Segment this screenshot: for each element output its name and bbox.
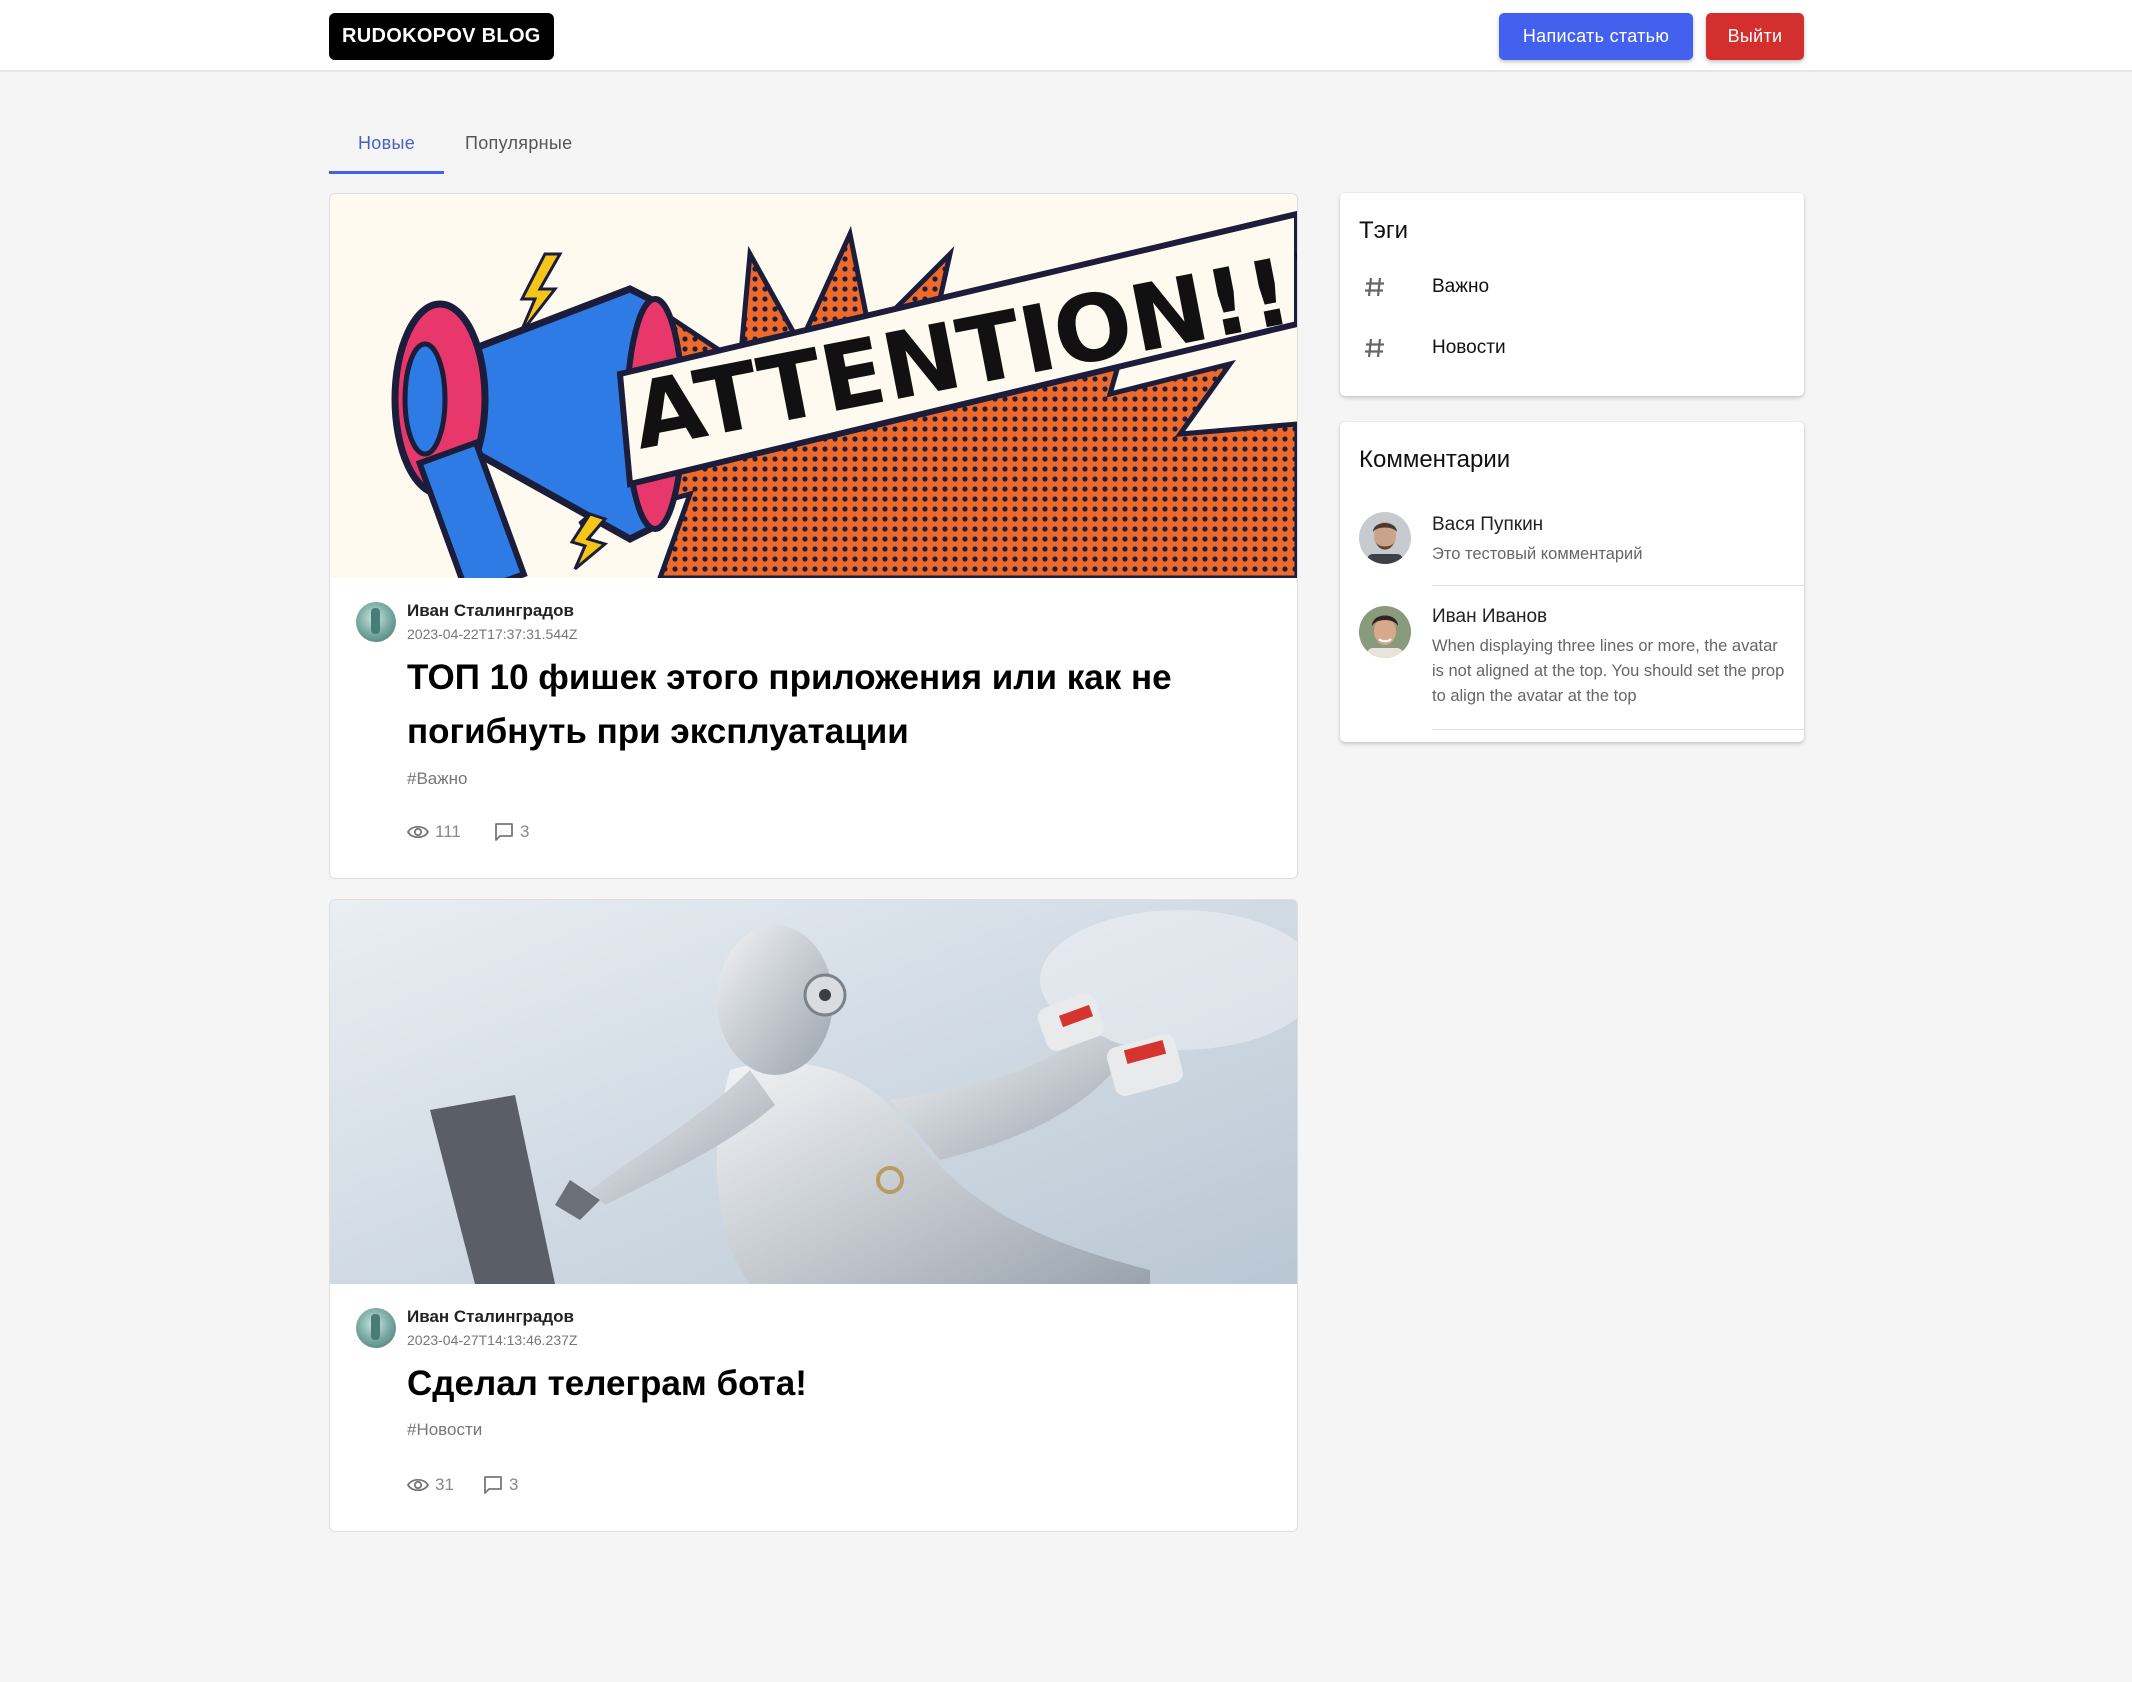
comments-count: 3 (509, 1475, 519, 1494)
views-counter: 111 (407, 820, 461, 844)
comment-icon (484, 1476, 502, 1494)
avatar[interactable] (1359, 606, 1411, 658)
post-title[interactable]: Сделал телеграм бота! (407, 1357, 1227, 1411)
views-count: 31 (435, 1475, 454, 1494)
avatar[interactable] (1359, 512, 1411, 564)
post-tag[interactable]: #Новости (407, 1420, 482, 1440)
comment-author: Иван Иванов (1432, 606, 1548, 627)
tag-item[interactable]: Новости (1340, 321, 1804, 377)
tag-item[interactable]: Важно (1340, 260, 1804, 316)
tag-label: Важно (1432, 276, 1490, 297)
divider (1432, 729, 1804, 730)
comments-panel: Комментарии Вася Пупкин Это тестовый ком… (1340, 422, 1804, 742)
post-card: ATTENTION!!! Иван Сталинградов 2023-04-2… (329, 193, 1298, 879)
tab-popular[interactable]: Популярные (465, 118, 572, 174)
eye-icon (407, 825, 429, 839)
comments-count: 3 (520, 822, 530, 841)
post-date: 2023-04-22T17:37:31.544Z (407, 626, 578, 642)
author-avatar[interactable] (356, 602, 396, 642)
comments-panel-title: Комментарии (1359, 446, 1511, 473)
post-cover-image[interactable]: ATTENTION!!! (330, 194, 1297, 578)
post-tag[interactable]: #Важно (407, 769, 467, 789)
tag-label: Новости (1432, 337, 1506, 358)
views-counter: 31 (407, 1473, 454, 1497)
comment-text: When displaying three lines or more, the… (1432, 637, 1785, 705)
post-cover-image[interactable] (330, 900, 1297, 1284)
logout-button[interactable]: Выйти (1706, 13, 1804, 60)
comment-icon (495, 823, 513, 841)
tab-new[interactable]: Новые (329, 118, 444, 174)
divider (1432, 585, 1804, 586)
tags-panel: Тэги Важно Новости (1340, 193, 1804, 396)
views-count: 111 (435, 822, 461, 841)
comment-text: Это тестовый комментарий (1432, 545, 1643, 563)
header: RUDOKOPOV BLOG Написать статью Выйти (0, 0, 2132, 72)
hash-icon (1365, 277, 1384, 297)
author-name[interactable]: Иван Сталинградов (407, 1307, 574, 1327)
eye-icon (407, 1478, 429, 1492)
hash-icon (1365, 338, 1384, 358)
post-title[interactable]: ТОП 10 фишек этого приложения или как не… (407, 651, 1227, 759)
comment-author: Вася Пупкин (1432, 514, 1544, 535)
tags-panel-title: Тэги (1359, 217, 1409, 244)
post-date: 2023-04-27T14:13:46.237Z (407, 1332, 578, 1348)
author-avatar[interactable] (356, 1308, 396, 1348)
logo[interactable]: RUDOKOPOV BLOG (329, 13, 554, 60)
write-article-button[interactable]: Написать статью (1499, 13, 1693, 60)
comments-counter: 3 (483, 1473, 518, 1497)
author-name[interactable]: Иван Сталинградов (407, 601, 574, 621)
comments-counter: 3 (494, 820, 529, 844)
post-card: Иван Сталинградов 2023-04-27T14:13:46.23… (329, 899, 1298, 1532)
